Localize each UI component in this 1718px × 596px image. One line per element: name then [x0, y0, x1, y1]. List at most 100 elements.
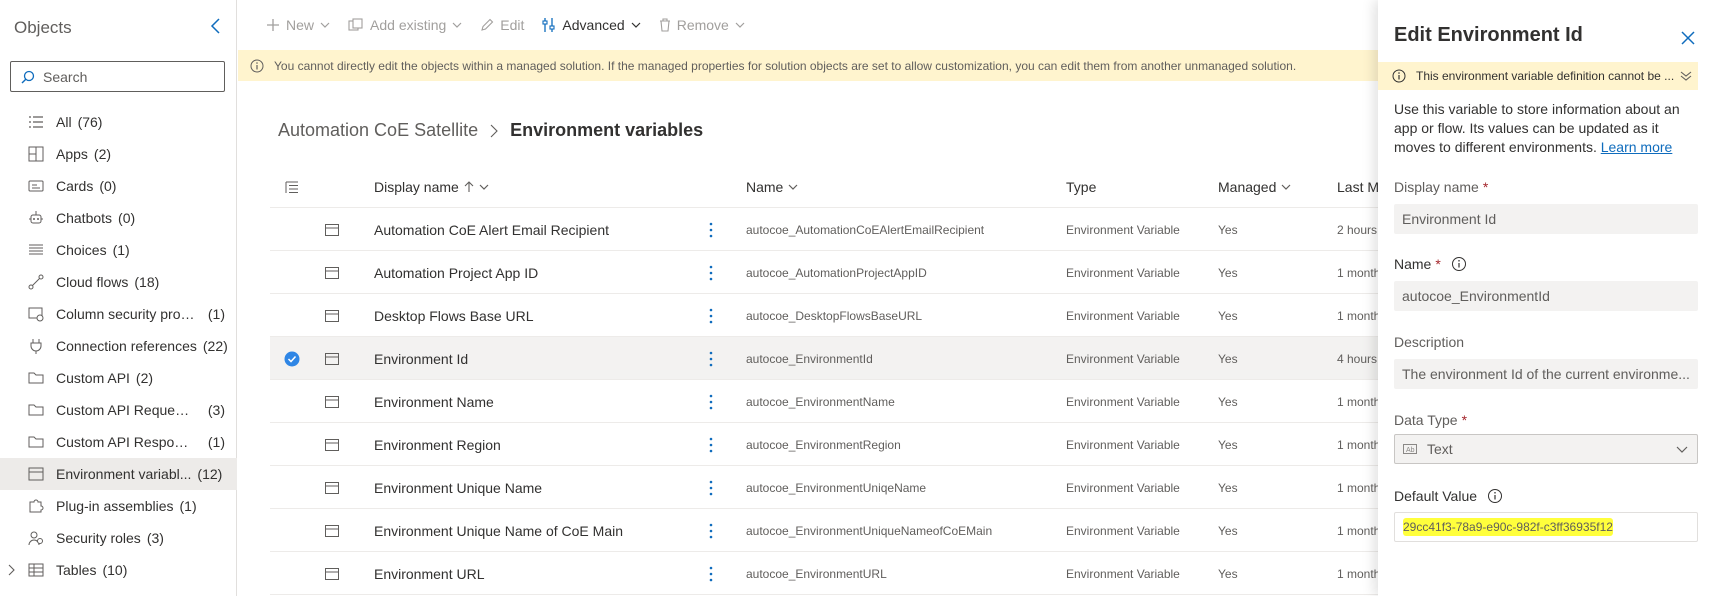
- object-item-tables[interactable]: Tables (10): [0, 554, 237, 586]
- object-item-custom-api-request[interactable]: Custom API Request ... (3): [0, 394, 237, 426]
- row-select-checkbox[interactable]: [280, 423, 304, 466]
- table-row[interactable]: Environment Region autocoe_EnvironmentReg…: [270, 423, 1378, 466]
- object-item-all[interactable]: All (76): [0, 106, 237, 138]
- learn-more-link[interactable]: Learn more: [1601, 139, 1673, 155]
- variable-icon: [322, 423, 342, 466]
- row-display-name[interactable]: Environment Id: [374, 337, 674, 380]
- object-item-cards[interactable]: Cards (0): [0, 170, 237, 202]
- more-options-icon[interactable]: [699, 509, 723, 552]
- more-options-icon[interactable]: [699, 466, 723, 509]
- object-item-label: Tables: [56, 562, 97, 578]
- row-select-checkbox[interactable]: [280, 208, 304, 251]
- column-header-last-modified[interactable]: Last M: [1337, 165, 1378, 208]
- object-item-connection-references[interactable]: Connection references (22): [0, 330, 237, 362]
- more-options-icon[interactable]: [699, 337, 723, 380]
- row-display-name[interactable]: Environment Region: [374, 423, 674, 466]
- default-value-text[interactable]: 29cc41f3-78a9-e90c-982f-c3ff36935f12: [1403, 518, 1613, 536]
- table-row[interactable]: Desktop Flows Base URL autocoe_DesktopFlo…: [270, 294, 1378, 337]
- collapse-pane-button[interactable]: [204, 14, 228, 38]
- column-header-display-name[interactable]: Display name: [374, 165, 674, 208]
- row-select-checkbox[interactable]: [280, 509, 304, 552]
- new-button[interactable]: New: [266, 9, 330, 41]
- column-header-managed[interactable]: Managed: [1218, 165, 1318, 208]
- table-row[interactable]: Automation CoE Alert Email Recipient auto…: [270, 208, 1378, 251]
- search-input[interactable]: [43, 68, 213, 85]
- breadcrumb-parent[interactable]: Automation CoE Satellite: [278, 120, 478, 141]
- object-item-plug-in-assemblies[interactable]: Plug-in assemblies (1): [0, 490, 237, 522]
- table-row[interactable]: Environment Unique Name autocoe_Environme…: [270, 466, 1378, 509]
- search-box[interactable]: [10, 61, 225, 92]
- command-bar: New Add existing Edit Advanced Remove: [238, 0, 1378, 50]
- row-type: Environment Variable: [1066, 566, 1180, 581]
- table-row[interactable]: Environment URL autocoe_EnvironmentURL Env…: [270, 552, 1378, 595]
- card-icon: [28, 178, 44, 194]
- info-icon[interactable]: [1487, 488, 1503, 504]
- more-options-icon[interactable]: [699, 423, 723, 466]
- display-name-field[interactable]: [1394, 204, 1698, 234]
- object-item-security-roles[interactable]: Security roles (3): [0, 522, 237, 554]
- expand-chevron-icon[interactable]: [1680, 70, 1692, 82]
- advanced-button[interactable]: Advanced: [542, 9, 641, 41]
- object-item-count: (1): [112, 242, 130, 258]
- row-display-name[interactable]: Environment Unique Name: [374, 466, 674, 509]
- chevron-right-icon[interactable]: [8, 564, 16, 576]
- row-display-name[interactable]: Automation Project App ID: [374, 251, 674, 294]
- row-managed: Yes: [1218, 437, 1238, 452]
- edit-button[interactable]: Edit: [480, 9, 524, 41]
- more-options-icon[interactable]: [699, 251, 723, 294]
- notice-text: You cannot directly edit the objects wit…: [274, 58, 1297, 73]
- data-type-dropdown[interactable]: Ab Text: [1394, 434, 1698, 464]
- row-last-modified: 1 month: [1337, 308, 1378, 323]
- table-row[interactable]: Environment Unique Name of CoE Main autoc…: [270, 509, 1378, 552]
- object-item-custom-api-response[interactable]: Custom API Response... (1): [0, 426, 237, 458]
- object-item-apps[interactable]: Apps (2): [0, 138, 237, 170]
- more-options-icon[interactable]: [699, 380, 723, 423]
- object-item-environment-variabl[interactable]: Environment variabl... (12): [0, 458, 237, 490]
- object-item-column-security-profi[interactable]: Column security profi... (1): [0, 298, 237, 330]
- breadcrumb: Automation CoE Satellite Environment var…: [278, 120, 703, 141]
- name-field[interactable]: [1394, 281, 1698, 311]
- name-input[interactable]: [1402, 288, 1692, 304]
- row-select-checkbox[interactable]: [280, 294, 304, 337]
- row-select-checkbox[interactable]: [280, 251, 304, 294]
- column-header-type[interactable]: Type: [1066, 165, 1206, 208]
- row-select-checkbox[interactable]: [280, 380, 304, 423]
- name-label-text: Name: [1394, 256, 1432, 272]
- table-row[interactable]: Environment Name autocoe_EnvironmentName E…: [270, 380, 1378, 423]
- add-existing-button[interactable]: Add existing: [348, 9, 462, 41]
- more-options-icon[interactable]: [699, 208, 723, 251]
- select-all-toggle[interactable]: [280, 165, 304, 208]
- row-managed: Yes: [1218, 351, 1238, 366]
- row-select-checkbox[interactable]: [280, 552, 304, 595]
- variable-icon: [322, 466, 342, 509]
- object-item-label: Plug-in assemblies: [56, 498, 174, 514]
- row-display-name[interactable]: Desktop Flows Base URL: [374, 294, 674, 337]
- more-options-icon[interactable]: [699, 552, 723, 595]
- info-icon[interactable]: [1451, 256, 1467, 272]
- display-name-input[interactable]: [1402, 211, 1692, 227]
- close-panel-button[interactable]: [1676, 26, 1700, 50]
- chevron-down-icon: [788, 184, 798, 190]
- row-last-modified: 1 month: [1337, 394, 1378, 409]
- row-display-name[interactable]: Environment URL: [374, 552, 674, 595]
- table-row[interactable]: Automation Project App ID autocoe_Automat…: [270, 251, 1378, 294]
- variable-icon: [322, 251, 342, 294]
- default-value-field[interactable]: 29cc41f3-78a9-e90c-982f-c3ff36935f12: [1394, 512, 1698, 542]
- object-item-chatbots[interactable]: Chatbots (0): [0, 202, 237, 234]
- row-select-checkbox[interactable]: [280, 337, 304, 380]
- row-select-checkbox[interactable]: [280, 466, 304, 509]
- row-type: Environment Variable: [1066, 222, 1180, 237]
- row-display-name[interactable]: Environment Name: [374, 380, 674, 423]
- pencil-icon: [481, 18, 494, 31]
- object-item-cloud-flows[interactable]: Cloud flows (18): [0, 266, 237, 298]
- object-item-custom-api[interactable]: Custom API (2): [0, 362, 237, 394]
- object-item-choices[interactable]: Choices (1): [0, 234, 237, 266]
- row-display-name[interactable]: Automation CoE Alert Email Recipient: [374, 208, 674, 251]
- column-header-name[interactable]: Name: [746, 165, 1046, 208]
- description-input[interactable]: [1402, 366, 1692, 382]
- more-options-icon[interactable]: [699, 294, 723, 337]
- table-row[interactable]: Environment Id autocoe_EnvironmentId Envir…: [270, 337, 1378, 380]
- description-field[interactable]: [1394, 359, 1698, 389]
- row-display-name[interactable]: Environment Unique Name of CoE Main: [374, 509, 674, 552]
- remove-button[interactable]: Remove: [659, 9, 745, 41]
